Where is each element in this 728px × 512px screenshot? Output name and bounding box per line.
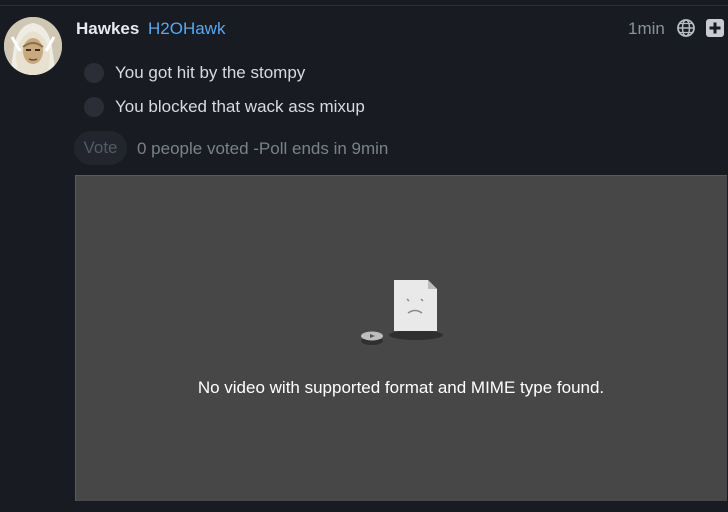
- author-handle[interactable]: H2OHawk: [148, 19, 225, 39]
- globe-icon: [677, 19, 695, 37]
- radio-button[interactable]: [84, 63, 104, 83]
- poll-option[interactable]: You blocked that wack ass mixup: [84, 95, 365, 119]
- post-timestamp[interactable]: 1min: [628, 19, 665, 39]
- poll-option-label: You got hit by the stompy: [115, 63, 306, 82]
- plus-square-icon[interactable]: [706, 19, 724, 37]
- vote-button[interactable]: Vote: [74, 131, 127, 165]
- radio-button[interactable]: [84, 97, 104, 117]
- broken-video-file-icon: [361, 280, 443, 345]
- author-name[interactable]: Hawkes: [76, 19, 139, 39]
- top-divider: [0, 0, 728, 6]
- poll-option-label: You blocked that wack ass mixup: [115, 97, 365, 116]
- video-error-message: No video with supported format and MIME …: [197, 378, 605, 397]
- poll-option[interactable]: You got hit by the stompy: [84, 61, 305, 85]
- poll-status-text: 0 people voted -Poll ends in 9min: [137, 139, 389, 158]
- avatar[interactable]: [4, 17, 62, 75]
